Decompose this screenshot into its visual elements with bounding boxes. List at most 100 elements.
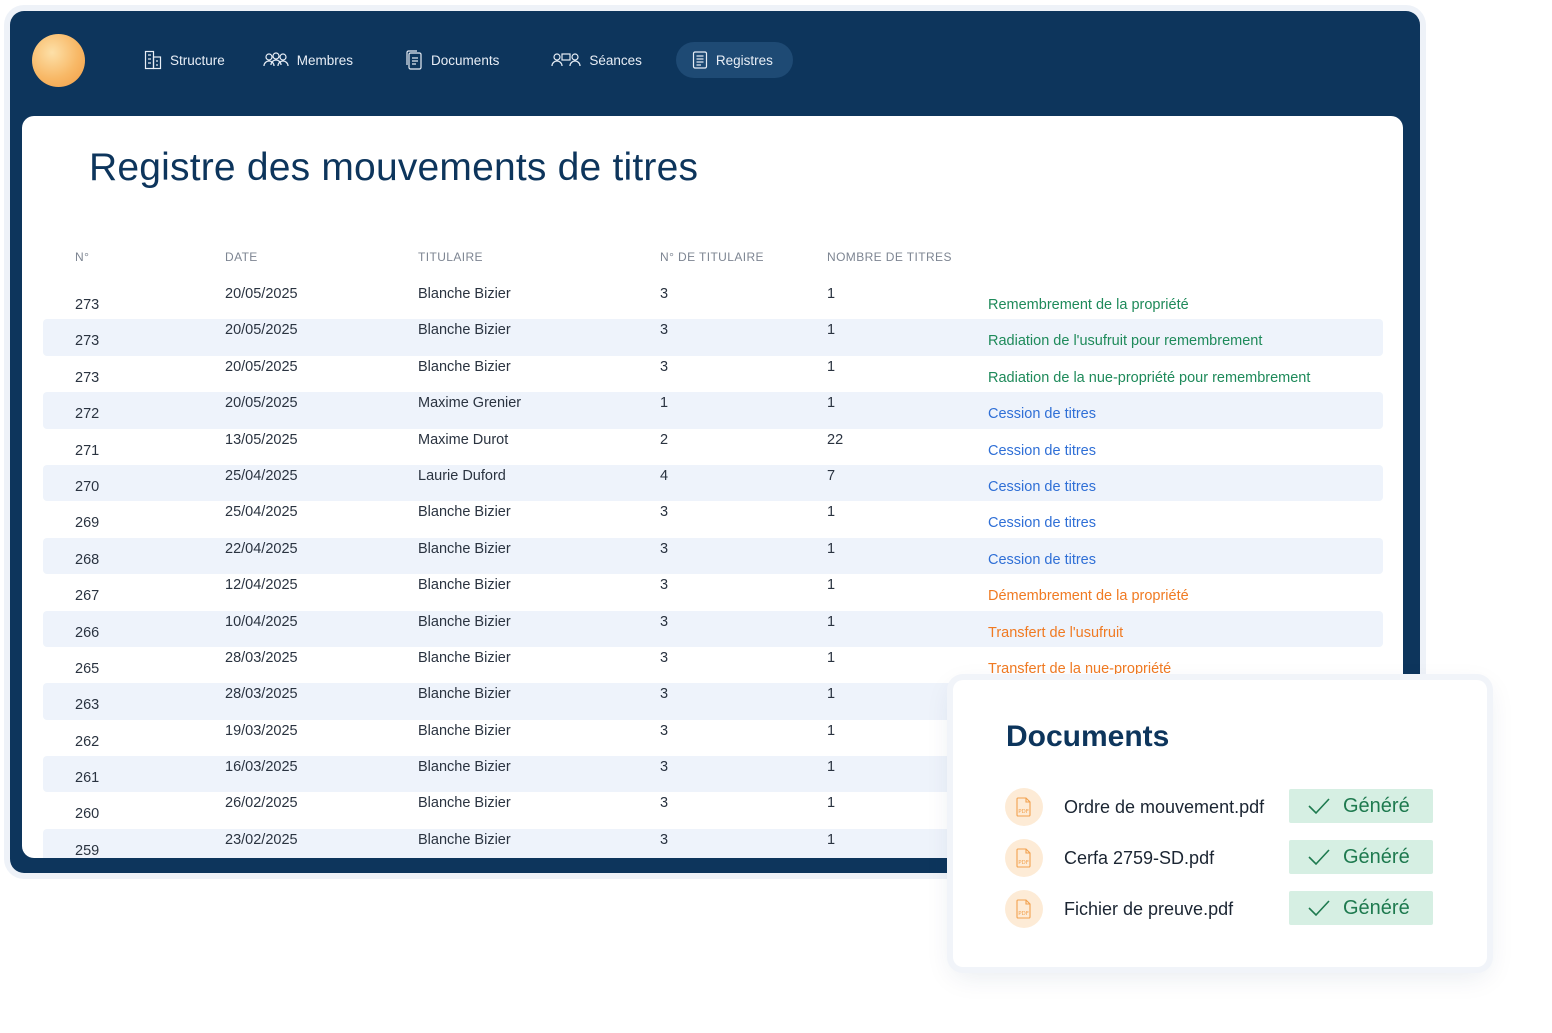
nav-label: Registres [715,52,773,68]
cell-holder-number: 3 [660,358,669,375]
svg-text:PDF: PDF [1018,911,1029,917]
table-row[interactable]: 266 10/04/2025 Blanche Bizier 3 1 Transfert d… [43,610,1383,647]
column-header-num: N° [75,250,90,264]
cell-share-count: 1 [827,686,836,703]
cell-holder-number: 3 [660,722,669,739]
cell-holder: Blanche Bizier [418,722,511,739]
nav-item-seances[interactable]: Séances [539,42,660,78]
cell-share-count: 22 [827,431,844,448]
cell-number: 261 [75,770,100,787]
table-row[interactable]: 273 20/05/2025 Blanche Bizier 3 1 Radiation d… [43,356,1383,392]
cell-operation[interactable]: Cession de titres [988,515,1096,531]
cell-operation[interactable]: Cession de titres [988,552,1096,568]
status-label: Généré [1343,794,1410,817]
members-icon [263,52,289,67]
document-name: Cerfa 2759-SD.pdf [1064,848,1215,868]
cell-holder-number: 4 [660,467,669,484]
nav-label: Documents [431,52,500,68]
pdf-icon: PDF [1005,890,1043,928]
nav-item-structure[interactable]: Structure [132,42,243,78]
building-icon [144,50,162,70]
cell-holder-number: 3 [660,831,669,848]
cell-share-count: 1 [827,759,836,776]
table-row[interactable]: 271 13/05/2025 Maxime Durot 2 22 Cession de t… [43,429,1383,465]
table-row[interactable]: 272 20/05/2025 Maxime Grenier 1 1 Cession de … [43,392,1383,429]
cell-holder: Blanche Bizier [418,286,511,302]
table-row[interactable]: 270 25/04/2025 Laurie Duford 4 7 Cession de t… [43,464,1383,502]
cell-number: 259 [75,842,100,858]
cell-operation[interactable]: Radiation de la nue-propriété pour remem… [988,370,1310,386]
cell-date: 25/04/2025 [225,504,298,521]
cell-operation[interactable]: Transfert de l'usufruit [988,625,1123,641]
table-row[interactable]: 269 25/04/2025 Blanche Bizier 3 1 Cession de … [43,501,1383,537]
cell-number: 263 [75,697,100,714]
cell-operation[interactable]: Cession de titres [988,443,1096,459]
cell-share-count: 1 [827,795,836,812]
cell-number: 273 [75,297,100,313]
cell-holder-number: 3 [660,577,669,594]
check-icon [1308,798,1330,815]
cell-holder: Blanche Bizier [418,358,511,375]
cell-holder: Blanche Bizier [418,577,511,594]
logo[interactable] [32,34,85,87]
cell-operation[interactable]: Remembrement de la propriété [988,297,1189,313]
cell-holder-number: 3 [660,759,669,776]
column-header-holder: TITULAIRE [418,250,483,264]
cell-number: 273 [75,333,100,350]
cell-holder: Maxime Durot [418,431,509,448]
cell-share-count: 1 [827,358,836,375]
cell-holder: Maxime Grenier [418,395,522,412]
cell-date: 28/03/2025 [225,686,298,703]
cell-date: 20/05/2025 [225,395,298,412]
check-icon [1308,849,1330,866]
cell-date: 23/02/2025 [225,831,298,848]
cell-share-count: 1 [827,286,836,302]
cell-date: 20/05/2025 [225,286,298,302]
cell-holder-number: 2 [660,431,669,448]
table-row[interactable]: 265 28/03/2025 Blanche Bizier 3 1 Transfert d… [43,647,1383,683]
table-row[interactable]: 267 12/04/2025 Blanche Bizier 3 1 Démembremen… [43,574,1383,610]
document-item[interactable]: PDF Ordre de mouvement.pdf Généré [1005,788,1435,826]
column-header-count: NOMBRE DE TITRES [827,250,952,264]
cell-holder-number: 3 [660,322,669,339]
cell-holder-number: 3 [660,613,669,630]
cell-date: 10/04/2025 [225,613,298,630]
cell-date: 19/03/2025 [225,722,298,739]
document-item[interactable]: PDF Fichier de preuve.pdf Généré [1005,890,1435,928]
page-title: Registre des mouvements de titres [89,146,699,189]
column-header-holder-num: N° DE TITULAIRE [660,250,764,264]
cell-number: 265 [75,660,100,677]
table-row[interactable]: 273 20/05/2025 Blanche Bizier 3 1 Radiation d… [43,319,1383,356]
cell-holder-number: 3 [660,795,669,812]
cell-share-count: 1 [827,613,836,630]
cell-share-count: 1 [827,540,836,557]
nav-item-registres[interactable]: Registres [675,42,793,78]
cell-operation[interactable]: Transfert de la nue-propriété [988,661,1171,677]
cell-share-count: 1 [827,322,836,339]
cell-operation[interactable]: Démembrement de la propriété [988,588,1189,604]
cell-number: 272 [75,406,100,423]
main-nav: Structure Membres Documents Séances Regi… [132,42,801,78]
cell-holder: Blanche Bizier [418,322,511,339]
table-row[interactable]: 268 22/04/2025 Blanche Bizier 3 1 Cession de … [43,537,1383,575]
nav-item-membres[interactable]: Membres [251,42,371,78]
cell-holder-number: 1 [660,395,669,412]
documents-panel: Documents PDF Ordre de mouvement.pdf Génér… [953,680,1487,967]
cell-holder: Laurie Duford [418,467,506,484]
cell-date: 26/02/2025 [225,795,298,812]
cell-date: 28/03/2025 [225,649,298,666]
svg-text:PDF: PDF [1018,809,1029,815]
table-row[interactable]: 273 20/05/2025 Blanche Bizier 3 1 Remembremen… [43,283,1383,319]
cell-holder: Blanche Bizier [418,686,511,703]
cell-operation[interactable]: Cession de titres [988,479,1096,495]
cell-operation[interactable]: Radiation de l'usufruit pour remembremen… [988,333,1262,349]
cell-holder: Blanche Bizier [418,540,511,557]
nav-item-documents[interactable]: Documents [393,42,517,78]
cell-holder-number: 3 [660,649,669,666]
documents-title: Documents [1006,720,1170,753]
cell-date: 22/04/2025 [225,540,298,557]
document-item[interactable]: PDF Cerfa 2759-SD.pdf Généré [1005,839,1435,877]
cell-number: 266 [75,624,100,641]
cell-operation[interactable]: Cession de titres [988,406,1096,422]
cell-date: 20/05/2025 [225,322,298,339]
